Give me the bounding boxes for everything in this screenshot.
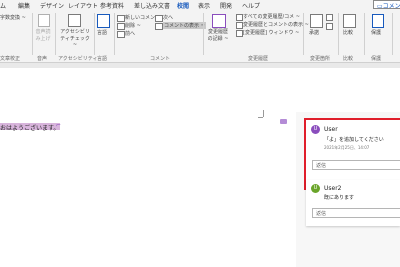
accept-icon xyxy=(310,14,323,28)
divider xyxy=(55,13,56,55)
track-changes-button[interactable]: 変更履歴の記録 ~ xyxy=(206,28,230,42)
margin-corner-mark xyxy=(263,110,264,117)
show-comments-icon xyxy=(155,23,163,30)
ribbon-tabs: ム 編集 デザイン レイアウト 参考資料 差し込み文書 校閲 表示 開発 ヘルプ… xyxy=(0,0,400,19)
delete-comment-button[interactable]: 削除 ~ xyxy=(125,22,141,29)
next-comment-button[interactable]: 次へ xyxy=(163,14,173,21)
reply-input[interactable]: 返信 xyxy=(312,160,400,170)
protect-icon xyxy=(372,14,384,28)
divider xyxy=(364,13,365,55)
divider xyxy=(392,13,393,55)
language-button[interactable]: 言語 xyxy=(97,29,107,36)
compare-button[interactable]: 比較 xyxy=(343,29,353,36)
tab-references[interactable]: 参考資料 xyxy=(100,1,124,10)
protect-group-label: 保護 xyxy=(371,56,382,62)
ribbon: 字数変換 ~ 文章校正 音声読み上げ 音声 アクセシビリティチェック ~ アクセ… xyxy=(0,10,400,63)
divider xyxy=(94,13,95,55)
tab-insert[interactable]: 編集 xyxy=(18,1,30,10)
changes-group-label: 変更箇所 xyxy=(310,56,331,62)
reject-icon xyxy=(326,14,333,21)
protect-button[interactable]: 保護 xyxy=(371,29,381,36)
track-changes-icon xyxy=(212,14,226,28)
show-comments-button[interactable]: コメントの表示 ~ xyxy=(163,22,206,29)
comments-button[interactable]: ▭コメント xyxy=(373,0,400,19)
accessibility-check-button[interactable]: アクセシビリティチェック ~ xyxy=(58,28,92,48)
comment-anchor-marker: ⌐ xyxy=(56,122,62,129)
tab-home[interactable]: ム xyxy=(0,1,6,10)
comment-timestamp: 2021年2月25日、14:07 xyxy=(324,145,370,150)
commented-text[interactable]: おはようございます。 xyxy=(0,123,61,132)
compare-icon xyxy=(343,14,356,28)
tab-help[interactable]: ヘルプ xyxy=(242,1,260,10)
avatar: U xyxy=(311,184,320,193)
tab-mailings[interactable]: 差し込み文書 xyxy=(134,1,170,10)
reviewing-pane-dropdown[interactable]: [変更履歴] ウィンドウ ~ xyxy=(243,29,299,36)
prev-icon xyxy=(117,31,125,38)
display-markup-icon xyxy=(236,14,243,21)
comment-author: User2 xyxy=(324,185,342,192)
language-group-label: 言語 xyxy=(97,56,108,62)
accessibility-icon xyxy=(68,14,81,27)
comment-card[interactable]: U User2 既にあります 返信 xyxy=(306,180,400,226)
tab-view[interactable]: 表示 xyxy=(198,1,210,10)
page-gap xyxy=(0,63,400,68)
divider xyxy=(303,13,304,55)
display-for-review-dropdown[interactable]: すべての変更履歴/コメ ~ xyxy=(243,13,300,20)
previous-comment-button[interactable]: 前へ xyxy=(125,30,135,37)
comment-text: 既にあります xyxy=(324,195,355,201)
comment-group-label: コメント xyxy=(150,56,171,62)
divider xyxy=(338,13,339,55)
show-markup-dropdown[interactable]: 変更履歴とコメントの表示 ~ xyxy=(243,21,309,28)
comment-text: 「よ」を追加してください xyxy=(324,137,384,143)
delete-icon xyxy=(117,23,125,30)
tab-developer[interactable]: 開発 xyxy=(220,1,232,10)
reply-input[interactable]: 返信 xyxy=(312,208,400,218)
comments-pane: U User 「よ」を追加してください 2021年2月25日、14:07 返信 … xyxy=(296,112,400,267)
comment-card[interactable]: U User 「よ」を追加してください 2021年2月25日、14:07 返信 xyxy=(304,118,400,190)
language-icon xyxy=(97,14,110,28)
margin-corner-mark xyxy=(258,117,263,118)
next-icon xyxy=(155,15,163,22)
speech-group-label: 音声 xyxy=(37,56,48,62)
show-markup-icon xyxy=(236,22,243,29)
read-aloud-icon xyxy=(38,14,50,27)
divider xyxy=(203,13,204,55)
tab-layout[interactable]: レイアウト xyxy=(68,1,98,10)
read-aloud-button[interactable]: 音声読み上げ xyxy=(34,28,52,42)
tracking-group-label: 変更履歴 xyxy=(248,56,269,62)
comment-author: User xyxy=(324,126,338,133)
tab-design[interactable]: デザイン xyxy=(40,1,64,10)
proofing-group-label: 文章校正 xyxy=(0,56,21,62)
divider xyxy=(114,13,115,55)
compare-group-label: 比較 xyxy=(343,56,354,62)
divider xyxy=(32,13,33,55)
new-comment-icon xyxy=(117,15,125,22)
accept-button[interactable]: 承諾 xyxy=(309,29,319,36)
reviewing-pane-icon xyxy=(236,30,243,37)
tab-review[interactable]: 校閲 xyxy=(177,1,190,12)
avatar: U xyxy=(311,125,320,134)
accessibility-group-label: アクセシビリティ xyxy=(58,56,98,62)
kanji-conversion-button[interactable]: 字数変換 ~ xyxy=(0,14,26,21)
previous-change-icon xyxy=(326,23,333,30)
comment-balloon-icon[interactable] xyxy=(280,119,287,124)
